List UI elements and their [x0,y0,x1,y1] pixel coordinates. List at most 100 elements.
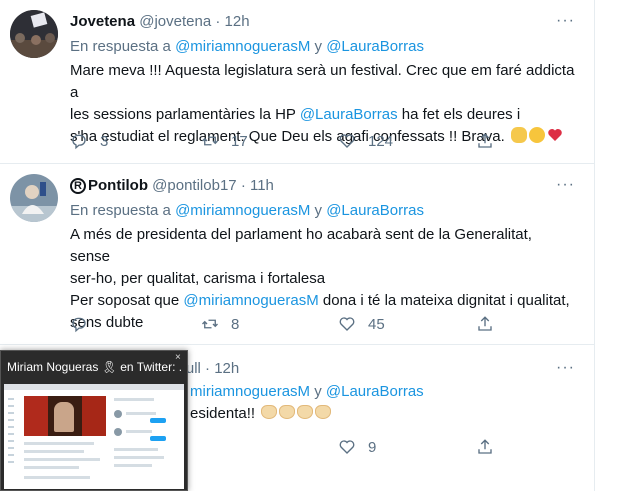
retweet-icon [202,136,218,146]
reply-mention-link[interactable]: miriamnoguerasM [190,383,310,400]
clapping-hands-emoji [297,405,314,419]
tweet-text-line: ser-ho, per qualitat, carisma i fortales… [70,270,326,287]
reply-button[interactable]: 3 [70,130,108,152]
mention-link[interactable]: @LauraBorras [300,106,398,123]
reply-and: y [314,38,323,55]
reply-button[interactable] [70,313,88,335]
like-button[interactable]: 9 [338,436,376,458]
reply-and: y [314,202,323,219]
text-segment: esidenta!! [190,405,256,422]
preview-follow-button [150,418,166,423]
author-name[interactable]: R Pontilob [70,177,148,194]
tweet-actions: 3 17 124 [70,130,500,152]
preview-sidebar [8,398,18,484]
preview-text-line [114,464,152,467]
like-count: 45 [368,315,385,333]
mention-link[interactable]: @miriamnoguerasM [183,292,318,309]
preview-text-line [24,466,79,469]
avatar-figure-image [10,174,58,222]
reply-count: 3 [100,132,109,150]
heart-icon [339,134,355,148]
share-button[interactable] [476,436,494,458]
reply-icon [72,134,86,150]
text-segment: ha fet els deures i [397,106,521,123]
preview-avatar [114,428,122,436]
avatar[interactable] [10,174,58,222]
retweet-button[interactable]: 8 [201,313,239,335]
reply-and: y [314,383,322,400]
tweet-pontilob[interactable]: R Pontilob @pontilob17 · 11h ··· En respu… [0,164,595,345]
more-options-icon[interactable]: ··· [556,177,576,196]
preview-text-line [24,442,94,445]
heart-icon [339,317,355,331]
reply-mention-link[interactable]: @LauraBorras [326,202,424,219]
preview-follow-button [150,436,166,441]
preview-page-image [4,384,184,489]
text-segment: dona i té la mateixa dignitat i qualitat… [318,292,570,309]
text-segment: les sessions parlamentàries la HP [70,106,300,123]
share-icon [478,133,492,148]
tweet-text-line: Mare meva !!! Aquesta legislatura serà u… [70,62,575,101]
author-name[interactable]: Jovetena [70,13,135,30]
taskbar-window-preview[interactable]: Miriam Nogueras 🎗 en Twitter: ... × [0,350,188,491]
like-button[interactable]: 45 [338,313,385,335]
preview-video-left [24,396,48,436]
avatar[interactable] [10,10,58,58]
clapping-hands-emoji [261,405,278,419]
preview-text-line [24,458,100,461]
ok-hand-emoji [510,127,527,143]
preview-close-icon[interactable]: × [175,353,185,363]
like-count: 124 [368,132,394,150]
reply-mention-link[interactable]: @miriamnoguerasM [175,38,310,55]
clapping-hands-emoji [279,405,296,419]
tweet-timestamp[interactable]: 12h [214,360,239,377]
tweet-timestamp[interactable]: 12h [225,13,250,30]
reply-mention-link[interactable]: @LauraBorras [326,383,424,400]
avatar-crowd-image [10,10,58,58]
preview-video-frame [24,396,106,436]
smiling-face-emoji [528,127,545,143]
heart-icon [339,440,355,454]
preview-text-line [24,450,84,453]
preview-text-line [114,456,164,459]
more-options-icon[interactable]: ··· [556,13,576,32]
retweet-count: 8 [231,315,240,333]
like-button[interactable]: 124 [338,130,393,152]
tweet-text-line: Per soposat que @miriamnoguerasM dona i … [70,290,575,312]
reply-context: En respuesta a @miriamnoguerasM y @Laura… [70,38,424,55]
tweet-header: R Pontilob @pontilob17 · 11h [70,177,274,194]
author-handle[interactable]: @jovetena [139,13,211,30]
reply-icon [72,317,86,333]
author-name-text: Pontilob [88,177,148,194]
preview-text-line [126,412,156,415]
preview-video-person [54,402,74,432]
separator-dot: · [205,360,211,377]
tweet-jovetena[interactable]: Jovetena @jovetena · 12h ··· En respuest… [0,0,595,164]
red-heart-emoji [548,129,562,141]
tweet-timestamp[interactable]: 11h [250,177,274,194]
preview-browser-bar [4,384,184,390]
author-handle[interactable]: @pontilob17 [152,177,236,194]
reply-prefix: En respuesta a [70,38,171,55]
registered-symbol-icon: R [70,178,86,194]
tweet-text-line: A més de presidenta del parlament ho aca… [70,226,532,265]
like-count: 9 [368,438,377,456]
tweet-text-line: les sessions parlamentàries la HP @Laura… [70,104,575,126]
more-options-icon[interactable]: ··· [556,360,576,379]
preview-video-right [82,396,106,436]
preview-window-title: Miriam Nogueras 🎗 en Twitter: ... [7,360,183,374]
reply-prefix: En respuesta a [70,202,171,219]
share-button[interactable] [476,130,494,152]
reply-context: En respuesta a @miriamnoguerasM y @Laura… [70,202,424,219]
share-button[interactable] [476,313,494,335]
tweet-text: esidenta!! [190,403,570,425]
retweet-button[interactable]: 17 [201,130,248,152]
retweet-icon [202,319,218,329]
tweet-header: Jovetena @jovetena · 12h [70,13,250,30]
preview-text-line [126,430,152,433]
retweet-count: 17 [231,132,248,150]
clapping-hands-emoji [315,405,332,419]
reply-context: miriamnoguerasM y @LauraBorras [190,383,424,400]
reply-mention-link[interactable]: @LauraBorras [326,38,424,55]
reply-mention-link[interactable]: @miriamnoguerasM [175,202,310,219]
